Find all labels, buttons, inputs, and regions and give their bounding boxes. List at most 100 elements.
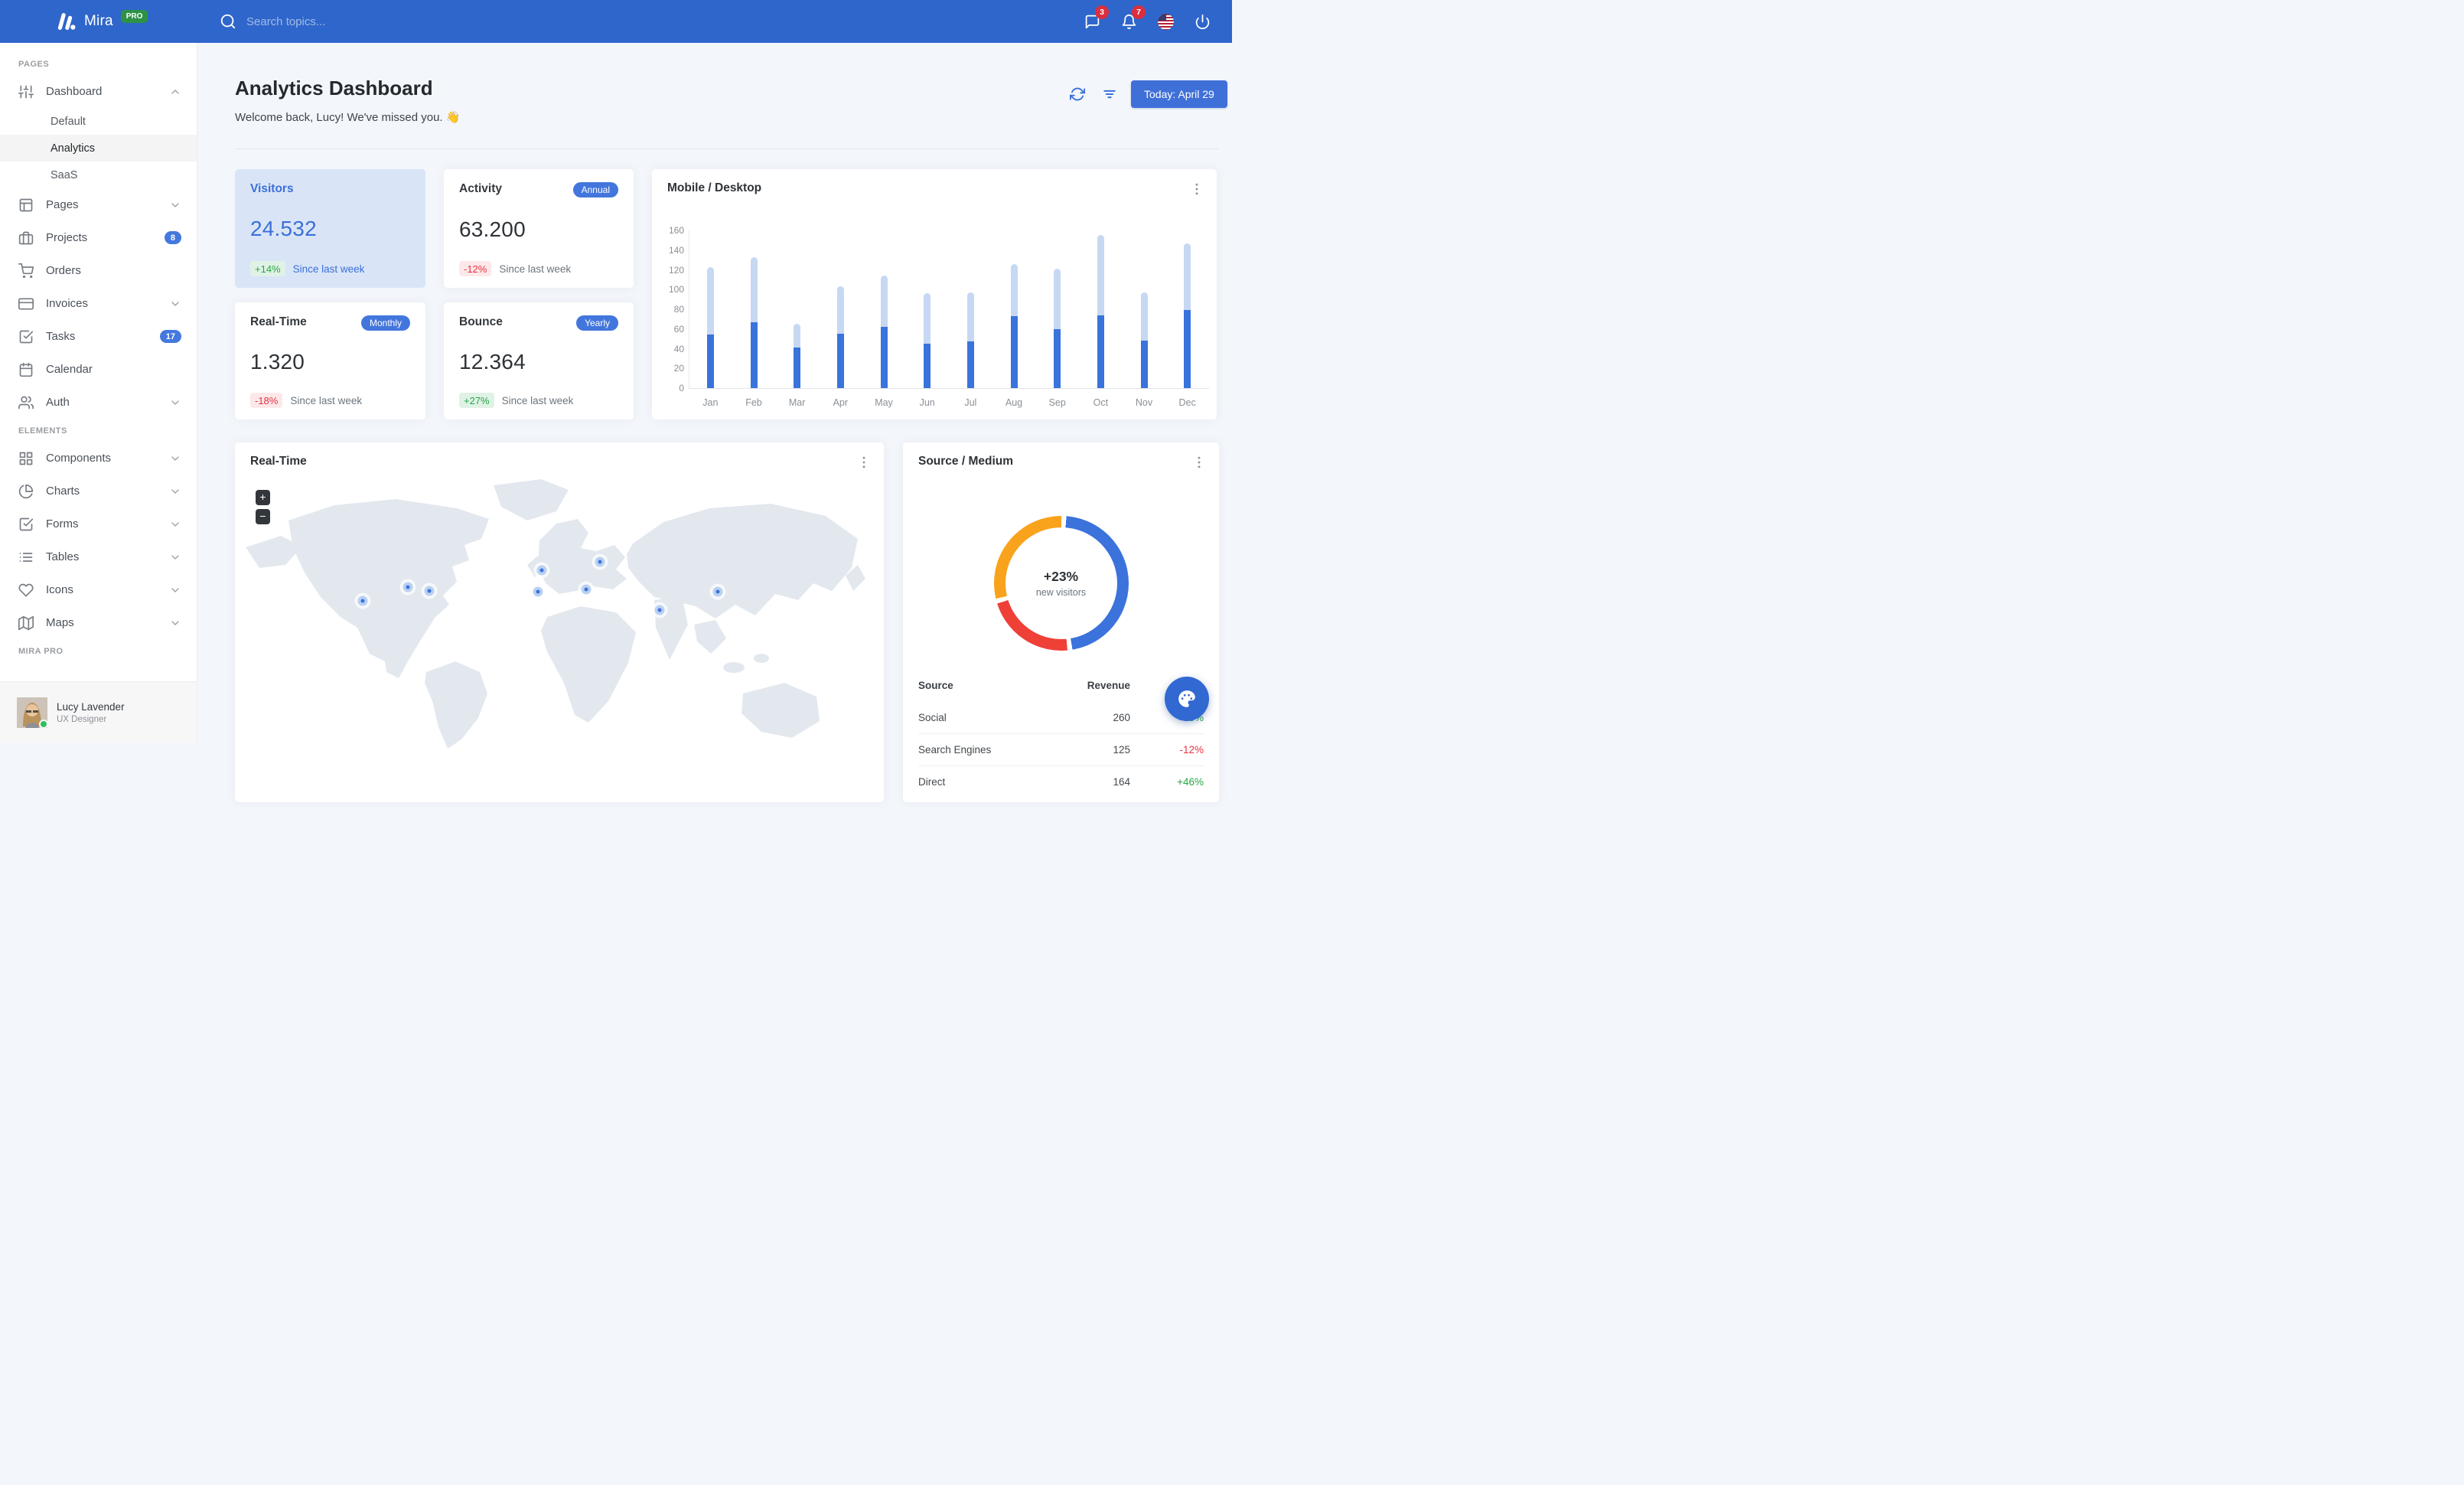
x-axis-label: Mar [788, 397, 806, 408]
zoom-out-button[interactable]: − [256, 509, 270, 524]
sidebar-item-label: Components [46, 452, 112, 465]
bar-may[interactable] [880, 276, 888, 388]
bar-dec[interactable] [1184, 243, 1191, 388]
bar-segment-desktop [1097, 235, 1104, 315]
sidebar-item-orders[interactable]: Orders [0, 254, 197, 287]
y-axis-tick: 20 [673, 363, 684, 374]
notifications-button[interactable]: 7 [1116, 5, 1146, 34]
sidebar-subitem-saas[interactable]: SaaS [0, 162, 197, 188]
map-marker[interactable] [533, 586, 543, 597]
sidebar-item-charts[interactable]: Charts [0, 475, 197, 508]
stat-period-badge[interactable]: Annual [572, 182, 618, 197]
map-marker[interactable] [403, 582, 413, 592]
chevron-down-icon [169, 397, 181, 409]
stat-caption: Since last week [290, 394, 363, 406]
stat-value: 63.200 [459, 217, 526, 241]
theme-settings-button[interactable] [1165, 677, 1209, 721]
sidebar-item-calendar[interactable]: Calendar [0, 353, 197, 386]
sidebar-item-auth[interactable]: Auth [0, 386, 197, 419]
bar-sep[interactable] [1054, 269, 1061, 388]
refresh-button[interactable] [1067, 83, 1088, 105]
bar-oct[interactable] [1097, 235, 1104, 388]
source-cell: Search Engines [918, 744, 992, 756]
messages-badge: 3 [1095, 5, 1109, 19]
map-marker[interactable] [712, 586, 723, 597]
mobile-desktop-title: Mobile / Desktop [667, 181, 762, 194]
bar-segment-mobile [836, 334, 844, 388]
bar-segment-mobile [880, 327, 888, 388]
search-input[interactable] [246, 15, 491, 28]
source-cell: Social [918, 711, 947, 723]
sidebar-item-maps[interactable]: Maps [0, 606, 197, 639]
bar-segment-mobile [1140, 341, 1148, 388]
map-marker[interactable] [536, 565, 547, 576]
y-axis-tick: 120 [668, 264, 684, 276]
x-axis-label: Jun [919, 397, 935, 408]
avatar [17, 697, 48, 729]
bar-segment-desktop [880, 276, 888, 328]
bar-jun[interactable] [924, 293, 931, 388]
brand[interactable]: Mira PRO [0, 9, 197, 33]
today-button[interactable]: Today: April 29 [1131, 80, 1227, 108]
x-axis-label: Apr [833, 397, 849, 408]
x-axis-label: Jan [702, 397, 719, 408]
stat-title: Activity [459, 182, 502, 195]
mobile-desktop-menu-button[interactable] [1189, 181, 1206, 198]
stat-caption: Since last week [292, 263, 365, 275]
bar-segment-mobile [750, 321, 758, 388]
bar-feb[interactable] [750, 256, 758, 388]
zoom-in-button[interactable]: + [256, 490, 270, 505]
bar-jan[interactable] [706, 266, 714, 388]
x-axis-label: Sep [1048, 397, 1066, 408]
bar-segment-mobile [1010, 316, 1018, 388]
stat-value: 24.532 [250, 216, 317, 240]
world-map[interactable] [235, 475, 884, 750]
donut-center-label: +23% new visitors [994, 516, 1129, 651]
source-medium-menu-button[interactable] [1191, 455, 1208, 472]
sidebar-item-dashboard[interactable]: Dashboard [0, 75, 197, 108]
x-axis-label: May [875, 397, 893, 408]
map-icon [18, 615, 34, 631]
map-marker[interactable] [654, 605, 665, 615]
realtime-menu-button[interactable] [856, 455, 873, 472]
map-marker[interactable] [357, 596, 368, 606]
language-button[interactable] [1152, 8, 1178, 34]
sign-out-button[interactable] [1189, 8, 1215, 34]
bar-segment-desktop [1140, 292, 1148, 341]
sidebar-item-forms[interactable]: Forms [0, 508, 197, 540]
sidebar-item-projects[interactable]: Projects 8 [0, 221, 197, 254]
map-marker[interactable] [424, 586, 435, 596]
filter-button[interactable] [1099, 83, 1120, 105]
heart-icon [18, 583, 34, 598]
map-marker[interactable] [595, 556, 605, 567]
stat-period-badge[interactable]: Yearly [576, 315, 618, 331]
bar-nov[interactable] [1140, 292, 1148, 388]
bar-mar[interactable] [794, 324, 801, 388]
sidebar-user[interactable]: Lucy Lavender UX Designer [0, 681, 197, 742]
x-axis-label: Feb [745, 397, 762, 408]
sidebar-item-pages[interactable]: Pages [0, 188, 197, 221]
briefcase-icon [18, 230, 34, 246]
stat-period-badge[interactable]: Monthly [360, 315, 410, 331]
header-divider [235, 148, 1218, 149]
stat-caption: Since last week [499, 263, 572, 275]
messages-button[interactable]: 3 [1079, 5, 1109, 34]
sidebar-subitem-default[interactable]: Default [0, 108, 197, 135]
sidebar-item-components[interactable]: Components [0, 442, 197, 475]
search-icon[interactable] [219, 12, 237, 31]
sidebar-item-invoices[interactable]: Invoices [0, 287, 197, 320]
sidebar-subitem-analytics[interactable]: Analytics [0, 135, 197, 162]
sidebar-item-tables[interactable]: Tables [0, 540, 197, 573]
sidebar-item-icons[interactable]: Icons [0, 573, 197, 606]
sidebar-item-tasks[interactable]: Tasks 17 [0, 320, 197, 353]
source-medium-donut-chart: +23% new visitors [993, 516, 1129, 651]
bar-aug[interactable] [1010, 263, 1018, 388]
map-marker[interactable] [581, 584, 592, 595]
stat-title: Bounce [459, 315, 503, 328]
bar-jul[interactable] [966, 292, 974, 388]
brand-name: Mira [84, 13, 113, 29]
bar-apr[interactable] [836, 286, 844, 388]
bar-segment-desktop [750, 256, 758, 322]
bar-segment-desktop [1184, 243, 1191, 311]
stat-card-bounce: Bounce Yearly 12.364 +27% Since last week [444, 302, 634, 419]
